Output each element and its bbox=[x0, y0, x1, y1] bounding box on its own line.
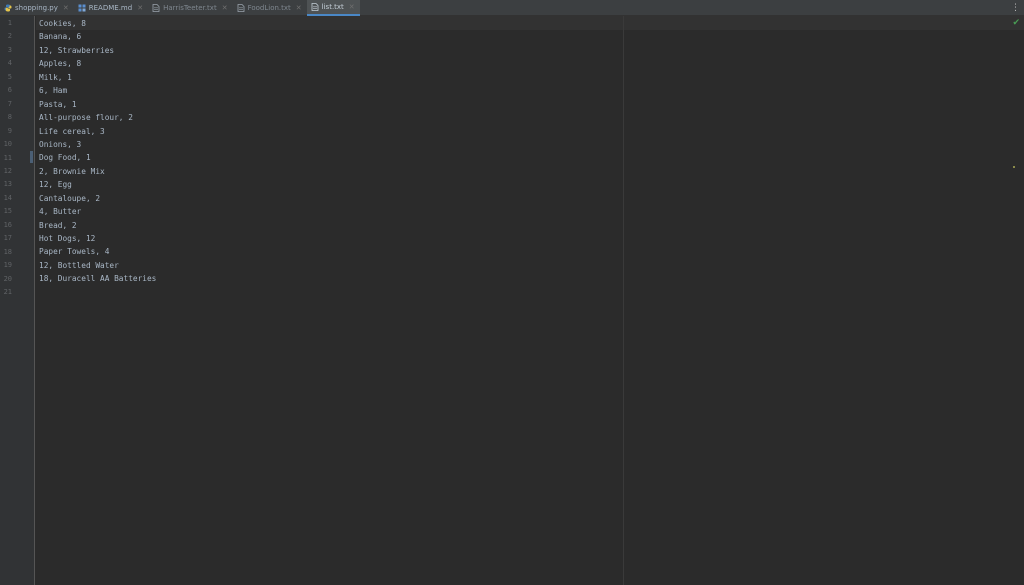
code-line[interactable]: Paper Towels, 4 bbox=[39, 245, 619, 258]
right-margin-guide bbox=[623, 16, 624, 585]
code-line[interactable]: 4, Butter bbox=[39, 205, 619, 218]
close-icon[interactable]: ✕ bbox=[222, 4, 228, 12]
line-number: 5 bbox=[7, 72, 12, 81]
code-line[interactable]: 18, Duracell AA Batteries bbox=[39, 272, 619, 285]
line-number: 19 bbox=[3, 261, 12, 270]
more-options-icon[interactable]: ⋮ bbox=[1011, 1, 1020, 15]
tab-label: shopping.py bbox=[15, 4, 58, 12]
line-number: 21 bbox=[3, 288, 12, 296]
ide-window: shopping.py ✕ README.md ✕ HarrisTeeter.t… bbox=[0, 0, 1024, 585]
tab-readme-md[interactable]: README.md ✕ bbox=[74, 0, 148, 16]
line-number: 1 bbox=[7, 19, 12, 27]
code-line[interactable]: 2, Brownie Mix bbox=[39, 165, 619, 178]
code-line[interactable]: Apples, 8 bbox=[39, 57, 619, 70]
markdown-file-icon bbox=[78, 4, 86, 12]
line-number: 18 bbox=[3, 247, 12, 256]
code-line[interactable]: 12, Bottled Water bbox=[39, 259, 619, 272]
line-number: 17 bbox=[3, 234, 12, 243]
tab-label: HarrisTeeter.txt bbox=[163, 4, 217, 12]
editor-content[interactable]: Cookies, 8 Banana, 6 12, Strawberries Apple… bbox=[39, 17, 619, 299]
close-icon[interactable]: ✕ bbox=[137, 4, 143, 12]
tab-list-txt[interactable]: list.txt ✕ bbox=[306, 0, 360, 16]
checkmark-icon[interactable]: ✔ bbox=[1012, 18, 1020, 28]
code-line[interactable]: Banana, 6 bbox=[39, 30, 619, 43]
code-line[interactable]: Bread, 2 bbox=[39, 219, 619, 232]
line-number: 2 bbox=[7, 32, 12, 41]
line-number: 20 bbox=[3, 274, 12, 283]
line-number: 7 bbox=[7, 99, 12, 108]
code-line[interactable]: Pasta, 1 bbox=[39, 98, 619, 111]
code-line[interactable]: Cookies, 8 bbox=[39, 17, 619, 30]
editor-tab-bar: shopping.py ✕ README.md ✕ HarrisTeeter.t… bbox=[0, 0, 1024, 16]
line-number: 11 bbox=[3, 153, 12, 162]
tab-shopping-py[interactable]: shopping.py ✕ bbox=[0, 0, 74, 16]
line-number: 12 bbox=[3, 166, 12, 175]
close-icon[interactable]: ✕ bbox=[349, 3, 355, 11]
line-number: 8 bbox=[7, 113, 12, 122]
python-file-icon bbox=[4, 4, 12, 12]
tab-foodlion-txt[interactable]: FoodLion.txt ✕ bbox=[233, 0, 307, 16]
line-number: 15 bbox=[3, 207, 12, 216]
close-icon[interactable]: ✕ bbox=[296, 4, 302, 12]
tab-label: FoodLion.txt bbox=[247, 4, 291, 12]
line-number: 9 bbox=[7, 126, 12, 135]
code-line[interactable]: All-purpose flour, 2 bbox=[39, 111, 619, 124]
tab-label: list.txt bbox=[321, 3, 344, 11]
text-file-icon bbox=[311, 3, 319, 11]
code-line[interactable]: 12, Egg bbox=[39, 178, 619, 191]
line-number: 14 bbox=[3, 193, 12, 202]
code-line[interactable]: Cantaloupe, 2 bbox=[39, 192, 619, 205]
line-number: 3 bbox=[7, 45, 12, 54]
code-line[interactable]: 12, Strawberries bbox=[39, 44, 619, 57]
error-stripe-mark[interactable] bbox=[1013, 166, 1015, 168]
code-line[interactable]: 6, Ham bbox=[39, 84, 619, 97]
code-line[interactable] bbox=[39, 286, 619, 299]
line-number: 10 bbox=[3, 140, 12, 149]
code-line[interactable]: Life cereal, 3 bbox=[39, 125, 619, 138]
code-line[interactable]: Onions, 3 bbox=[39, 138, 619, 151]
change-marker[interactable] bbox=[30, 151, 33, 163]
tab-label: README.md bbox=[88, 4, 133, 12]
text-file-icon bbox=[152, 4, 160, 12]
text-file-icon bbox=[237, 4, 245, 12]
code-line[interactable]: Hot Dogs, 12 bbox=[39, 232, 619, 245]
line-number: 4 bbox=[7, 59, 12, 68]
close-icon[interactable]: ✕ bbox=[63, 4, 69, 12]
line-number: 16 bbox=[3, 220, 12, 229]
code-line[interactable]: Milk, 1 bbox=[39, 71, 619, 84]
tab-harristeeter-txt[interactable]: HarrisTeeter.txt ✕ bbox=[148, 0, 233, 16]
code-line[interactable]: Dog Food, 1 bbox=[39, 151, 619, 164]
line-number: 13 bbox=[3, 180, 12, 189]
line-number: 6 bbox=[7, 86, 12, 95]
